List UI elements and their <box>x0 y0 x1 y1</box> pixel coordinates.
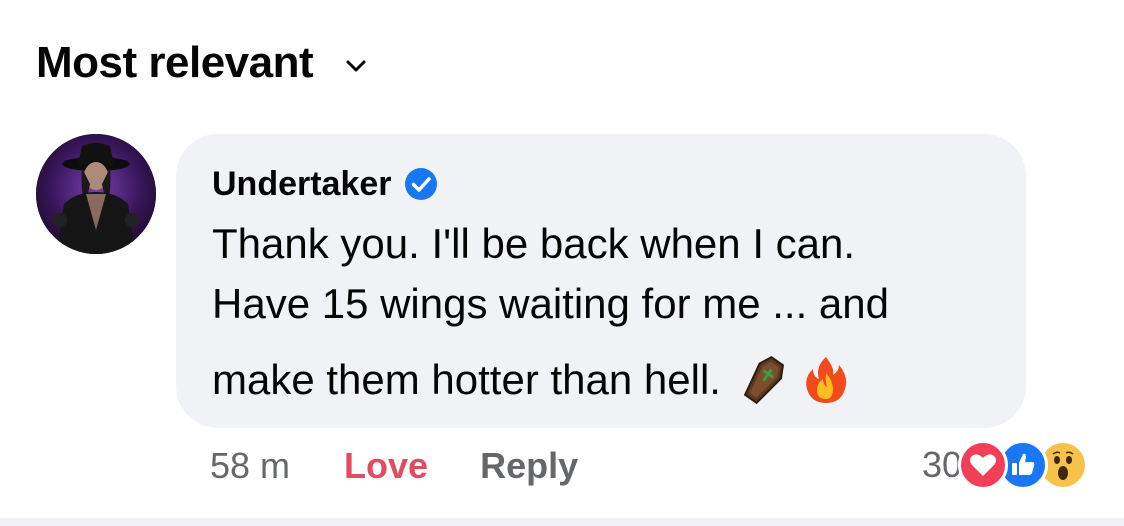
sort-dropdown[interactable]: Most relevant <box>36 38 369 88</box>
bottom-divider <box>0 518 1124 526</box>
reaction-summary[interactable]: 30 <box>922 440 1088 490</box>
fire-icon <box>799 353 853 407</box>
comment-text: Thank you. I'll be back when I can. Have… <box>212 214 1002 410</box>
comment-line-2: Have 15 wings waiting for me ... and <box>212 280 890 327</box>
love-reaction-icon <box>958 440 1008 490</box>
verified-badge-icon <box>404 167 438 201</box>
sort-label: Most relevant <box>36 38 314 87</box>
avatar[interactable] <box>36 134 156 254</box>
coffin-icon <box>737 353 791 407</box>
comment-line-1: Thank you. I'll be back when I can. <box>212 220 856 267</box>
love-button[interactable]: Love <box>344 445 428 487</box>
chevron-down-icon <box>343 53 369 79</box>
comment-timestamp[interactable]: 58 m <box>210 445 290 487</box>
author-row: Undertaker <box>212 160 990 208</box>
author-name[interactable]: Undertaker <box>212 165 392 204</box>
reaction-count: 30 <box>921 444 962 485</box>
comment-line-3-row: make them hotter than hell. <box>212 350 1002 410</box>
avatar-image <box>36 134 156 254</box>
comment-actions: 58 m Love Reply <box>210 444 578 488</box>
comment-line-3: make them hotter than hell. <box>212 356 721 403</box>
comment-bubble: Undertaker Thank you. I'll be back when … <box>176 134 1026 428</box>
reply-button[interactable]: Reply <box>480 445 578 487</box>
